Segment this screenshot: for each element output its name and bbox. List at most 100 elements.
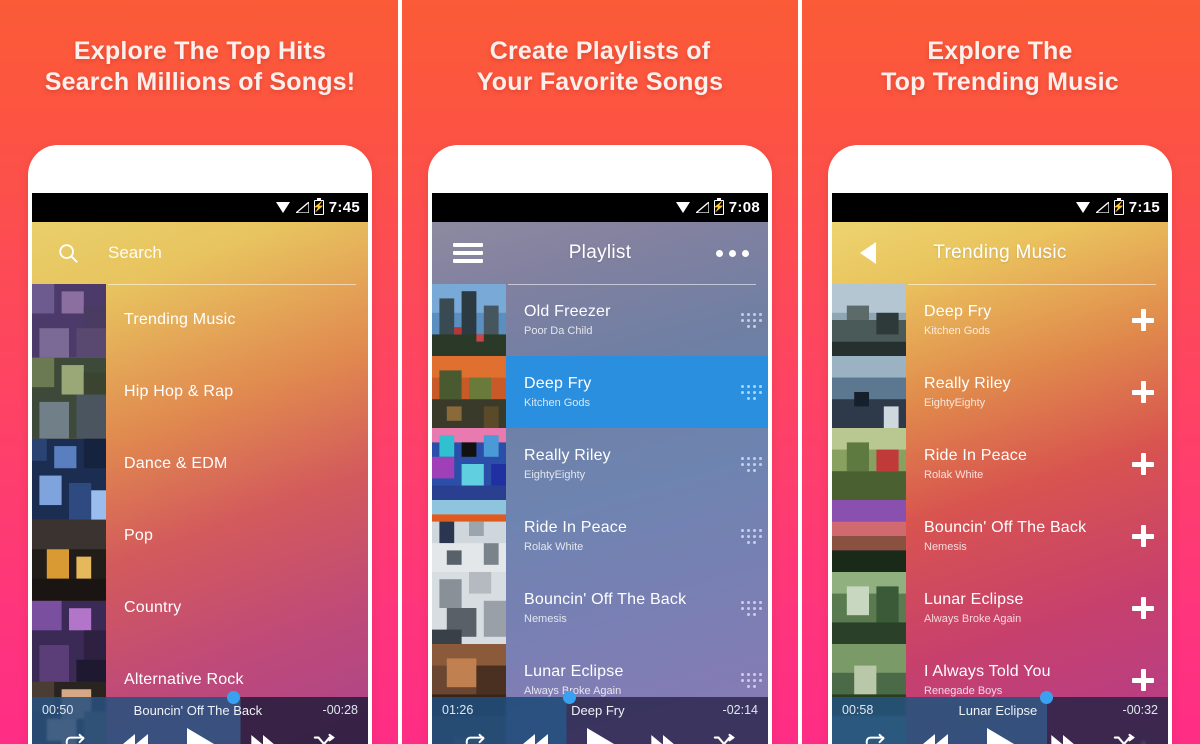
album-art xyxy=(832,356,906,428)
song-title: Bouncin' Off The Back xyxy=(924,519,1087,537)
table-row[interactable]: Bouncin' Off The Back Nemesis xyxy=(432,572,768,644)
table-row[interactable]: Ride In Peace Rolak White xyxy=(832,428,1168,500)
drag-handle-icon[interactable] xyxy=(734,384,768,400)
song-title: Bouncin' Off The Back xyxy=(524,591,687,609)
category-list: Trending Music Hip Hop & Rap Dance & EDM… xyxy=(32,284,368,744)
drag-handle-icon[interactable] xyxy=(734,600,768,616)
song-title: Ride In Peace xyxy=(924,447,1028,465)
song-artist: Nemesis xyxy=(524,612,567,625)
table-row[interactable]: Deep Fry Kitchen Gods xyxy=(832,284,1168,356)
fast-forward-icon[interactable] xyxy=(251,735,275,744)
player-info: 00:50 Bouncin' Off The Back -00:28 xyxy=(32,697,368,723)
remaining-time: -00:32 xyxy=(1122,703,1158,717)
album-art xyxy=(832,284,906,356)
category-row-1[interactable]: Hip Hop & Rap xyxy=(106,356,368,428)
song-artist: Rolak White xyxy=(924,468,984,481)
repeat-icon[interactable] xyxy=(64,733,86,744)
row-text: Bouncin' Off The Back Nemesis xyxy=(906,519,1118,552)
song-title: Lunar Eclipse xyxy=(524,663,624,681)
elapsed-time: 01:26 xyxy=(442,703,474,717)
search-icon[interactable] xyxy=(46,231,90,275)
status-time: 7:45 xyxy=(328,199,360,216)
play-icon[interactable] xyxy=(185,727,215,744)
rewind-icon[interactable] xyxy=(522,734,549,744)
headline-line-2: Search Millions of Songs! xyxy=(44,67,356,96)
phone-screen: ⚡ 7:45 Search Trending Music Hip Hop & R… xyxy=(32,193,368,744)
panel-divider xyxy=(798,0,802,744)
category-row-0[interactable]: Trending Music xyxy=(106,284,368,356)
category-label: Trending Music xyxy=(124,311,236,328)
battery-charging-icon: ⚡ xyxy=(1113,197,1125,215)
remaining-time: -00:28 xyxy=(322,703,358,717)
song-title: Deep Fry xyxy=(924,303,992,321)
category-row-2[interactable]: Dance & EDM xyxy=(106,428,368,500)
drag-handle-icon[interactable] xyxy=(734,312,768,328)
shuffle-icon[interactable] xyxy=(712,733,736,744)
playlist-app-bar: Playlist xyxy=(432,222,768,285)
headline-line-1: Explore The xyxy=(927,37,1073,65)
status-bar: ⚡ 7:08 xyxy=(432,193,768,222)
table-row[interactable]: Deep Fry Kitchen Gods xyxy=(432,356,768,428)
row-text: Really Riley EightyEighty xyxy=(506,447,734,480)
drag-handle-icon[interactable] xyxy=(734,672,768,688)
category-row-4[interactable]: Country xyxy=(106,572,368,644)
player-controls xyxy=(832,723,1168,744)
rewind-icon[interactable] xyxy=(922,734,949,744)
now-playing-title: Lunar Eclipse xyxy=(958,702,1038,718)
phone-screen: ⚡ 7:15 Trending Music Deep Fry Kitchen G… xyxy=(832,193,1168,744)
category-row-3[interactable]: Pop xyxy=(106,500,368,572)
song-artist: EightyEighty xyxy=(524,468,586,481)
table-row[interactable]: Old Freezer Poor Da Child xyxy=(432,284,768,356)
headline-line-2: Your Favorite Songs xyxy=(476,67,724,96)
song-title: I Always Told You xyxy=(924,663,1051,681)
table-row[interactable]: Ride In Peace Rolak White xyxy=(432,500,768,572)
shuffle-icon[interactable] xyxy=(1112,733,1136,744)
player-bar: 00:50 Bouncin' Off The Back -00:28 xyxy=(32,691,368,744)
song-title: Old Freezer xyxy=(524,303,611,321)
song-artist: Kitchen Gods xyxy=(924,324,991,337)
more-horizontal-icon[interactable] xyxy=(710,231,754,275)
headline-line-1: Explore The Top Hits xyxy=(73,37,327,65)
song-title: Really Riley xyxy=(524,447,611,465)
album-art xyxy=(432,356,506,428)
panel-trending: Explore The Top Trending Music ⚡ 7:15 Tr… xyxy=(800,0,1200,744)
table-row[interactable]: Really Riley EightyEighty xyxy=(832,356,1168,428)
repeat-icon[interactable] xyxy=(864,733,886,744)
song-artist: EightyEighty xyxy=(924,396,986,409)
song-artist: Rolak White xyxy=(524,540,584,553)
wifi-icon xyxy=(675,202,691,213)
rewind-icon[interactable] xyxy=(122,734,149,744)
battery-charging-icon: ⚡ xyxy=(713,197,725,215)
player-bar: 01:26 Deep Fry -02:14 xyxy=(432,691,768,744)
trending-list: Deep Fry Kitchen Gods Really Riley Eight… xyxy=(832,284,1168,744)
repeat-icon[interactable] xyxy=(464,733,486,744)
fast-forward-icon[interactable] xyxy=(1051,735,1075,744)
song-artist: Kitchen Gods xyxy=(524,396,591,409)
search-input[interactable] xyxy=(90,243,358,263)
playlist-list: Old Freezer Poor Da Child Deep Fry Kitch… xyxy=(432,284,768,744)
drag-handle-icon[interactable] xyxy=(734,456,768,472)
song-artist: Renegade Boys xyxy=(924,684,1003,697)
play-icon[interactable] xyxy=(985,727,1015,744)
fast-forward-icon[interactable] xyxy=(651,735,675,744)
table-row[interactable]: Lunar Eclipse Always Broke Again xyxy=(832,572,1168,644)
row-text: Really Riley EightyEighty xyxy=(906,375,1118,408)
category-label: Country xyxy=(124,599,182,616)
app-content: Trending Music Deep Fry Kitchen Gods Rea… xyxy=(832,222,1168,744)
drag-handle-icon[interactable] xyxy=(734,528,768,544)
table-row[interactable]: Bouncin' Off The Back Nemesis xyxy=(832,500,1168,572)
play-icon[interactable] xyxy=(585,727,615,744)
row-text: Deep Fry Kitchen Gods xyxy=(506,375,734,408)
back-arrow-icon[interactable] xyxy=(846,231,890,275)
panel-headline: Explore The Top Hits Search Millions of … xyxy=(0,36,400,97)
hamburger-icon[interactable] xyxy=(446,231,490,275)
status-bar: ⚡ 7:45 xyxy=(32,193,368,222)
shuffle-icon[interactable] xyxy=(312,733,336,744)
song-artist: Always Broke Again xyxy=(924,612,1022,625)
app-content: Trending Music Hip Hop & Rap Dance & EDM… xyxy=(32,222,368,744)
battery-charging-icon: ⚡ xyxy=(313,197,325,215)
table-row[interactable]: Really Riley EightyEighty xyxy=(432,428,768,500)
elapsed-time: 00:50 xyxy=(42,703,74,717)
album-art xyxy=(832,428,906,500)
player-controls xyxy=(32,723,368,744)
